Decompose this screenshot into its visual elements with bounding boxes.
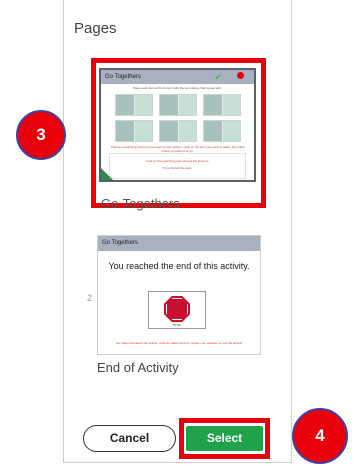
stop-sign-card: STOP: [148, 291, 206, 329]
select-button[interactable]: Select: [186, 426, 263, 451]
thumbnail-footer: You have completed this activity. Click …: [115, 341, 243, 345]
stop-caption: STOP: [172, 323, 182, 327]
pair-slot: [159, 120, 197, 142]
thumbnail-note: Look for the matching pairs among the pi…: [145, 159, 210, 163]
pair-slot: [115, 120, 153, 142]
stop-sign-icon: [164, 296, 190, 322]
pair-slot: [203, 120, 241, 142]
check-icon: ✔: [214, 72, 222, 82]
thumbnail-header: Go Togethers: [101, 70, 254, 84]
page-thumbnail-end-of-activity[interactable]: Go Togethers You reached the end of this…: [97, 235, 261, 355]
pair-slot: [203, 94, 241, 116]
thumbnail-header: Go Togethers: [98, 236, 260, 251]
step-badge-3: 3: [16, 110, 66, 160]
panel-title: Pages: [74, 20, 117, 37]
record-dot-icon: [237, 72, 244, 79]
page-label-go-togethers: Go-Togethers: [101, 196, 180, 211]
thumbnail-note: Choose a matching picture to put next to…: [110, 145, 245, 153]
thumbnail-note: Try to find all the pairs.: [162, 166, 193, 170]
pair-slot: [115, 94, 153, 116]
cancel-button[interactable]: Cancel: [83, 425, 176, 452]
thumbnail-instruction: Place each item at the bottom with the i…: [133, 86, 222, 90]
step-badge-4: 4: [292, 408, 348, 464]
thumbnail-pairs-grid: [115, 94, 241, 146]
corner-triangle-icon: [101, 168, 113, 180]
thumbnail-answer-box: Look for the matching pairs among the pi…: [109, 153, 246, 179]
page-label-end-of-activity: End of Activity: [97, 360, 179, 375]
pair-slot: [159, 94, 197, 116]
page-thumbnail-go-togethers[interactable]: Go Togethers ✔ Place each item at the bo…: [99, 68, 256, 182]
page-number: 2: [87, 293, 93, 303]
end-message: You reached the end of this activity.: [108, 261, 250, 271]
